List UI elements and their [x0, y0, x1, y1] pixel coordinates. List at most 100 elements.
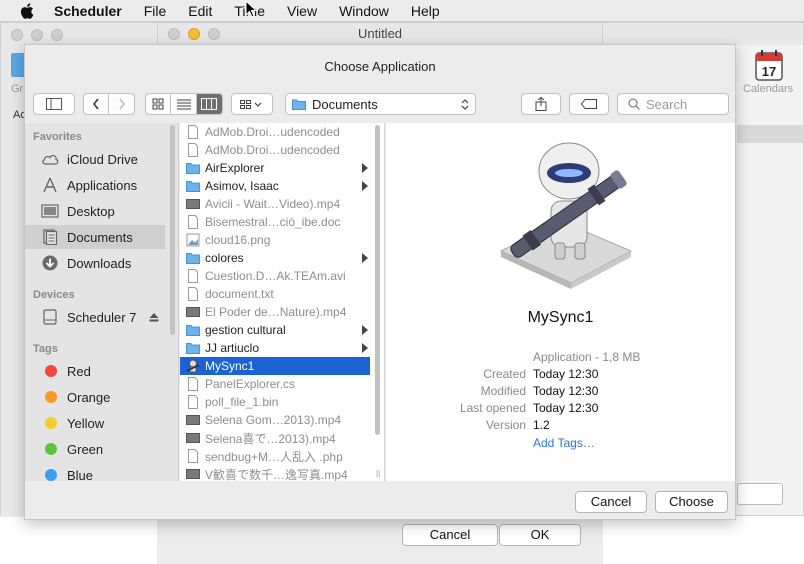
popup-arrows-icon	[461, 99, 469, 110]
file-row[interactable]: Selena Gom…2013).mp4	[180, 411, 370, 429]
app-icon	[186, 359, 200, 373]
file-row-folder[interactable]: Asimov, Isaac	[180, 177, 370, 195]
add-tags-link[interactable]: Add Tags…	[533, 436, 595, 450]
search-placeholder: Search	[646, 96, 688, 112]
tag-color-dot-icon	[45, 365, 57, 377]
sidebar-item-label: Orange	[67, 389, 111, 405]
window-minimize-icon[interactable]	[31, 29, 43, 41]
back-button[interactable]	[84, 94, 110, 114]
folder-icon	[186, 325, 200, 336]
file-row[interactable]: V歓喜で数千…逸写真.mp4	[180, 465, 370, 481]
file-name: V歓喜で数千…逸写真.mp4	[205, 467, 348, 482]
menu-file[interactable]: File	[144, 3, 167, 19]
sidebar-toggle-icon	[46, 98, 62, 110]
sidebar-item-applications[interactable]: Applications	[25, 173, 165, 197]
sidebar-header-tags: Tags	[33, 343, 58, 355]
menu-window[interactable]: Window	[339, 3, 389, 19]
eject-icon[interactable]	[149, 312, 159, 322]
menu-app-scheduler[interactable]: Scheduler	[54, 3, 122, 19]
file-row-folder[interactable]: JJ artiuclo	[180, 339, 370, 357]
file-name: colores	[205, 251, 244, 265]
file-row[interactable]: Bisemestral…ció_ibe.doc	[180, 213, 370, 231]
file-row[interactable]: cloud16.png	[180, 231, 370, 249]
column-view-button[interactable]	[196, 94, 222, 114]
file-row[interactable]: MySync1	[180, 357, 370, 375]
document-icon	[188, 143, 198, 157]
group-label: Gr	[11, 83, 24, 95]
file-row[interactable]: document.txt	[180, 285, 370, 303]
chevron-right-icon	[118, 98, 125, 110]
column-resize-handle[interactable]: ||	[376, 469, 380, 478]
sidebar-item-label: Desktop	[67, 203, 115, 219]
icon-view-button[interactable]	[146, 94, 172, 114]
file-row[interactable]: sendbug+M…人乱入 .php	[180, 447, 370, 465]
menu-view[interactable]: View	[287, 3, 317, 19]
disclosure-chevron-icon	[362, 343, 368, 353]
sidebar-item-downloads[interactable]: Downloads	[25, 251, 165, 275]
file-row[interactable]: Avicii - Wait…Video).mp4	[180, 195, 370, 213]
sidebar: Favorites iCloud Drive Applications Desk…	[25, 123, 179, 481]
preview-modified-label: Modified	[480, 384, 526, 398]
sidebar-header-devices: Devices	[33, 289, 75, 301]
sidebar-item-label: Yellow	[67, 415, 105, 431]
sidebar-tag-red[interactable]: Red	[25, 359, 165, 383]
file-name: JJ artiuclo	[205, 341, 260, 355]
untitled-ok-button[interactable]: OK	[499, 524, 581, 546]
preview-modified-value: Today 12:30	[533, 384, 599, 398]
sidebar-tag-orange[interactable]: Orange	[25, 385, 165, 409]
sidebar-toggle-button[interactable]	[33, 93, 75, 115]
file-name: PanelExplorer.cs	[205, 377, 296, 391]
file-column-scrollbar[interactable]	[375, 125, 380, 435]
column-view-icon	[201, 98, 218, 110]
preview-app-name: MySync1	[527, 309, 594, 326]
disk-icon	[43, 309, 57, 325]
file-name: cloud16.png	[205, 233, 271, 247]
sidebar-item-label: Applications	[67, 177, 138, 193]
disclosure-chevron-icon	[362, 181, 368, 191]
calendar-icon[interactable]: 17	[755, 49, 783, 81]
file-row[interactable]: poll_file_1.bin	[180, 393, 370, 411]
window-zoom-icon[interactable]	[51, 29, 63, 41]
preview-last-opened-value: Today 12:30	[533, 401, 599, 415]
arrange-button[interactable]	[231, 93, 273, 115]
file-name: AirExplorer	[205, 161, 265, 175]
cancel-button[interactable]: Cancel	[575, 491, 647, 513]
file-name: Selena喜で…2013).mp4	[205, 431, 336, 446]
sidebar-tag-green[interactable]: Green	[25, 437, 165, 461]
sidebar-item-desktop[interactable]: Desktop	[25, 199, 165, 223]
sidebar-scrollbar[interactable]	[170, 125, 175, 335]
apple-menu-icon[interactable]	[20, 2, 34, 19]
file-row[interactable]: Cuestion.D…Ak.TEAm.avi	[180, 267, 370, 285]
file-row[interactable]: AdMob.Droi…udencoded	[180, 141, 370, 159]
list-view-button[interactable]	[171, 94, 197, 114]
menu-edit[interactable]: Edit	[188, 3, 212, 19]
file-row-folder[interactable]: colores	[180, 249, 370, 267]
sidebar-item-scheduler-7[interactable]: Scheduler 7	[25, 305, 165, 329]
file-row[interactable]: AdMob.Droi…udencoded	[180, 123, 370, 141]
scheduler-text-field[interactable]	[737, 483, 783, 505]
file-row[interactable]: PanelExplorer.cs	[180, 375, 370, 393]
sidebar-tag-blue[interactable]: Blue	[25, 463, 165, 481]
documents-folder-icon	[292, 99, 306, 110]
file-name: poll_file_1.bin	[205, 395, 279, 409]
file-row[interactable]: El Poder de…Nature).mp4	[180, 303, 370, 321]
disclosure-chevron-icon	[362, 325, 368, 335]
window-close-icon[interactable]	[11, 29, 23, 41]
sidebar-tag-yellow[interactable]: Yellow	[25, 411, 165, 435]
forward-button[interactable]	[109, 94, 134, 114]
menu-help[interactable]: Help	[411, 3, 440, 19]
file-row-folder[interactable]: AirExplorer	[180, 159, 370, 177]
sidebar-item-documents[interactable]: Documents	[25, 225, 165, 249]
file-row-folder[interactable]: gestion cultural	[180, 321, 370, 339]
file-row[interactable]: Selena喜で…2013).mp4	[180, 429, 370, 447]
search-field[interactable]: Search	[617, 93, 729, 115]
sidebar-item-icloud-drive[interactable]: iCloud Drive	[25, 147, 165, 171]
downloads-icon	[42, 255, 58, 271]
location-popup[interactable]: Documents	[285, 93, 476, 115]
untitled-window-titlebar: Untitled	[157, 22, 603, 44]
untitled-cancel-button[interactable]: Cancel	[402, 524, 498, 546]
choose-button[interactable]: Choose	[655, 491, 728, 513]
share-button[interactable]	[521, 93, 561, 115]
scheduler-list-row[interactable]	[737, 125, 804, 143]
tags-button[interactable]	[569, 93, 609, 115]
